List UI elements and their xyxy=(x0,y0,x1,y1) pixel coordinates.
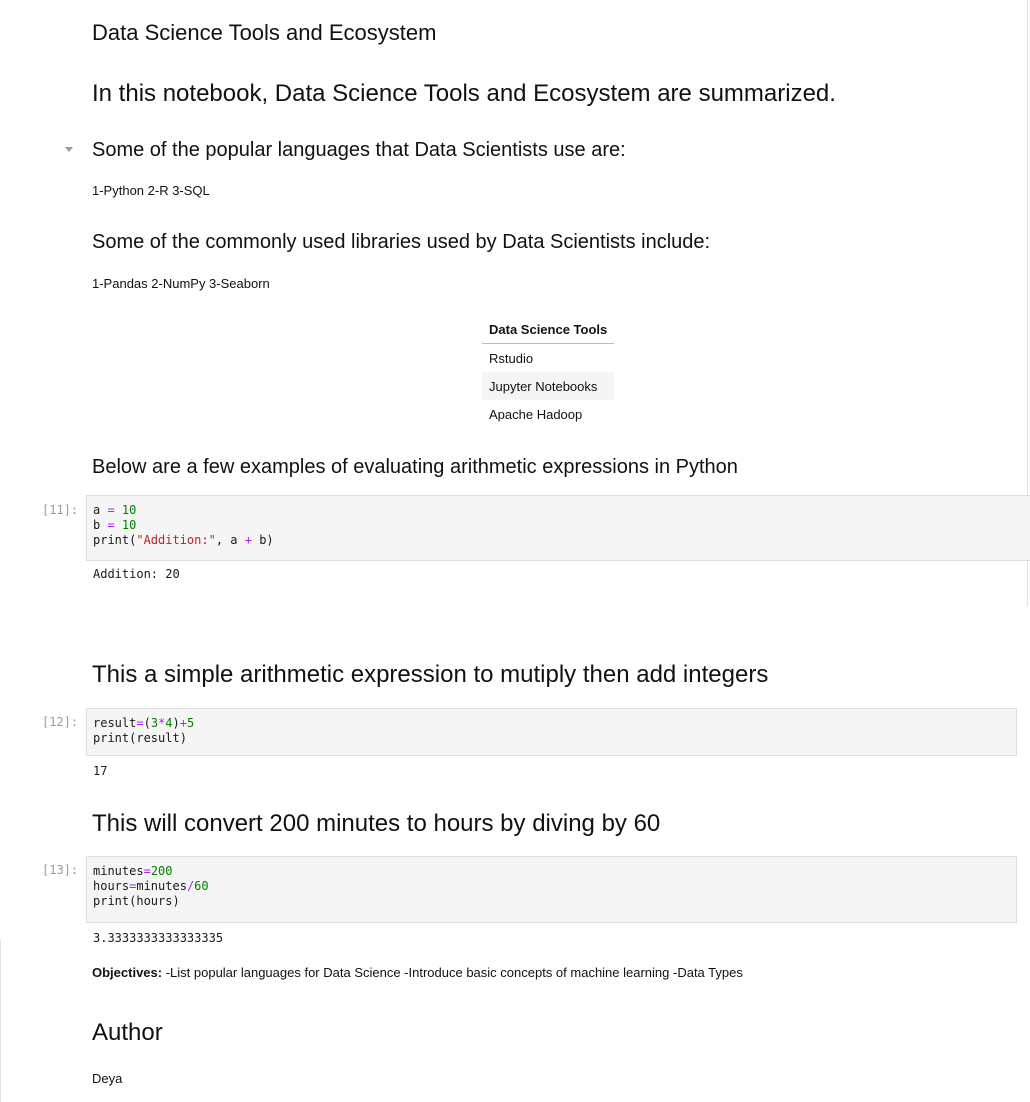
table-row: Rstudio xyxy=(489,350,534,366)
code-token-number: 200 xyxy=(150,864,173,878)
code-token-number: 60 xyxy=(194,879,209,893)
code-line: a = 10 xyxy=(93,503,274,518)
code-token: hours xyxy=(93,879,130,893)
code-token-number: 5 xyxy=(187,716,195,730)
author-heading: Author xyxy=(92,1019,163,1046)
code-token: result xyxy=(93,716,137,730)
code-token: print( xyxy=(93,533,137,547)
code-token-operator: = xyxy=(107,518,115,532)
code-token-number: 10 xyxy=(121,518,137,532)
tools-table: Data Science Tools Rstudio Jupyter Noteb… xyxy=(482,315,615,428)
code-token-operator: + xyxy=(244,533,252,547)
code-token-number: 10 xyxy=(121,503,137,517)
code-token: print(result) xyxy=(93,731,187,745)
code-line: print(hours) xyxy=(93,894,209,909)
code-token: b) xyxy=(251,533,274,547)
cell-output: 3.3333333333333335 xyxy=(93,931,224,945)
cell-prompt: [13]: xyxy=(42,863,79,877)
code-token: print(hours) xyxy=(93,894,180,908)
code-line: result=(3*4)+5 xyxy=(93,716,194,731)
code-token-number: 4 xyxy=(165,716,173,730)
notebook-left-border xyxy=(0,940,1,1102)
code-token: ( xyxy=(143,716,151,730)
objectives-paragraph: Objectives: -List popular languages for … xyxy=(92,965,743,980)
code-token-number: 3 xyxy=(150,716,159,730)
notebook-title: Data Science Tools and Ecosystem xyxy=(92,20,437,45)
table-row: Jupyter Notebooks xyxy=(482,372,615,400)
code-line: print("Addition:", a + b) xyxy=(93,533,274,548)
arithmetic-heading: Below are a few examples of evaluating a… xyxy=(92,456,738,478)
code-token: ) xyxy=(172,716,180,730)
code-token: minutes xyxy=(136,879,187,893)
code-line: hours=minutes/60 xyxy=(93,879,209,894)
intro-heading: In this notebook, Data Science Tools and… xyxy=(92,80,836,107)
objectives-label: Objectives: xyxy=(92,965,163,980)
code-token-operator: = xyxy=(107,503,115,517)
code-line: minutes=200 xyxy=(93,864,209,879)
tools-table-header: Data Science Tools xyxy=(482,315,615,344)
languages-text: 1-Python 2-R 3-SQL xyxy=(92,183,210,198)
objectives-text: -List popular languages for Data Science… xyxy=(162,965,743,980)
libraries-heading: Some of the commonly used libraries used… xyxy=(92,231,711,253)
code-token: b xyxy=(93,518,108,532)
multiply-heading: This a simple arithmetic expression to m… xyxy=(92,661,769,688)
libraries-text: 1-Pandas 2-NumPy 3-Seaborn xyxy=(92,276,270,291)
code-token: a xyxy=(93,503,108,517)
code-token-operator: + xyxy=(179,716,187,730)
code-token-operator: = xyxy=(136,716,144,730)
cell-output: 17 xyxy=(93,764,108,778)
code-token: , a xyxy=(215,533,245,547)
collapse-caret-icon[interactable] xyxy=(65,147,73,152)
code-token: minutes xyxy=(93,864,144,878)
code-cell-input[interactable]: minutes=200 hours=minutes/60 print(hours) xyxy=(86,856,1017,923)
code-cell-input[interactable]: a = 10 b = 10 print("Addition:", a + b) xyxy=(86,495,1030,561)
cell-output: Addition: 20 xyxy=(93,567,180,581)
cell-prompt: [11]: xyxy=(42,503,79,517)
languages-heading: Some of the popular languages that Data … xyxy=(92,139,626,161)
code-line: print(result) xyxy=(93,731,194,746)
code-token-operator: = xyxy=(143,864,151,878)
code-token-string: "Addition:" xyxy=(136,533,216,547)
code-cell-input[interactable]: result=(3*4)+5 print(result) xyxy=(86,708,1017,756)
convert-heading: This will convert 200 minutes to hours b… xyxy=(92,810,661,837)
cell-prompt: [12]: xyxy=(42,715,79,729)
code-line: b = 10 xyxy=(93,518,274,533)
author-name: Deya xyxy=(92,1071,123,1086)
table-row: Apache Hadoop xyxy=(489,406,583,422)
